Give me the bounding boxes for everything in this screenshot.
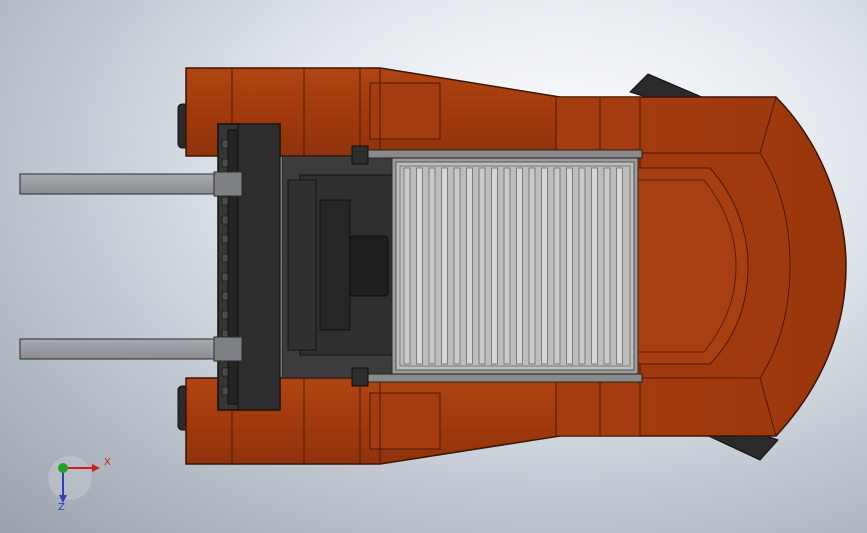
cad-viewport[interactable]: X Z — [0, 0, 867, 533]
grille-bar — [553, 167, 561, 365]
mast-bolt — [221, 158, 229, 168]
fork-right — [19, 336, 243, 362]
y-axis-dot — [58, 463, 68, 473]
fork-left — [19, 171, 243, 197]
axis-triad — [48, 456, 100, 503]
grille-bar — [416, 167, 423, 365]
grille-bar — [528, 167, 536, 365]
grille-bar — [466, 167, 473, 365]
mast-bolt — [221, 272, 229, 282]
grille-bar — [453, 167, 461, 365]
mast-bolt — [221, 234, 229, 244]
grille-bar — [428, 167, 436, 365]
grille-bar — [491, 167, 498, 365]
mast-bolt — [221, 291, 229, 301]
mast-bolt — [221, 215, 229, 225]
grille-bar — [441, 167, 448, 365]
grille-bar — [591, 167, 598, 365]
grille-bar — [603, 167, 611, 365]
x-axis-arrow — [92, 464, 100, 472]
grille-bar — [503, 167, 511, 365]
grille-bar — [578, 167, 586, 365]
grille-bar — [616, 167, 623, 365]
triad-x-label: X — [104, 457, 111, 468]
grille-bar — [516, 167, 523, 365]
mast-bolt — [221, 310, 229, 320]
triad-z-label: Z — [58, 502, 65, 513]
mast-bolt — [221, 196, 229, 206]
grille-bar — [478, 167, 486, 365]
mast-bolt — [221, 367, 229, 377]
mast-bolt — [221, 253, 229, 263]
forklift-model[interactable] — [0, 0, 867, 533]
mast-bolt — [221, 386, 229, 396]
grille-bar — [403, 167, 411, 365]
grille-bar — [566, 167, 573, 365]
mast-bolt — [221, 139, 229, 149]
grille-bar — [541, 167, 548, 365]
